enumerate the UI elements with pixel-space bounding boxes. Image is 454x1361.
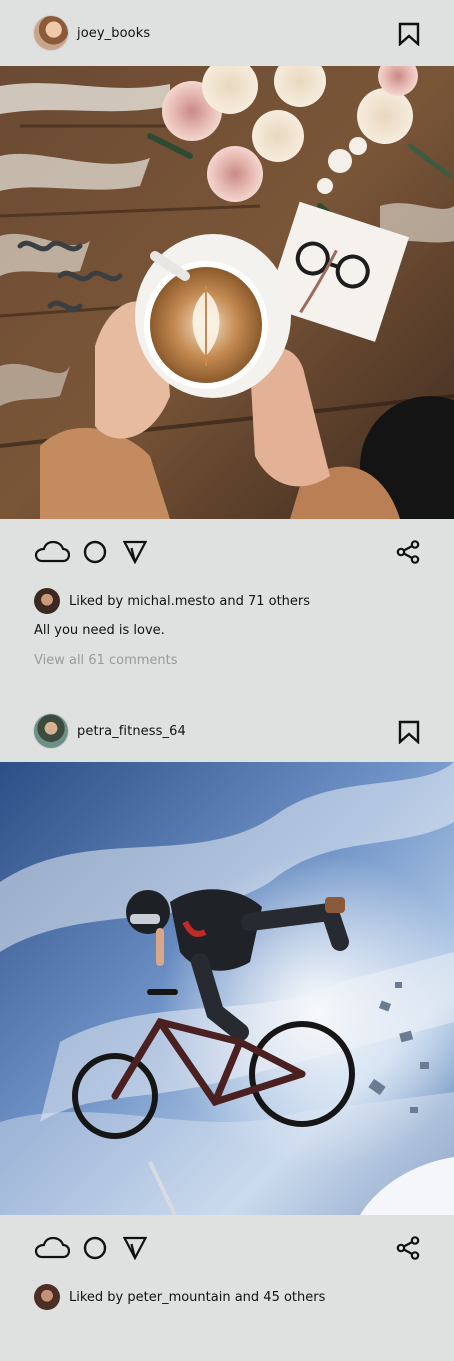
latte-photo [0,66,454,519]
send-icon[interactable] [123,540,147,564]
post-caption: All you need is love. [34,623,165,638]
username[interactable]: joey_books [77,26,150,41]
post-spacer [0,668,454,700]
post-photo[interactable] [0,66,454,519]
cloud-like-icon[interactable] [34,540,70,564]
liker-avatar[interactable] [34,588,60,614]
feed: joey_books Liked by michal.mesto and 71 … [0,0,454,1313]
send-icon[interactable] [123,1236,147,1260]
post-header: joey_books [0,0,454,66]
likes-row: Liked by peter_mountain and 45 others [0,1281,454,1313]
likes-count[interactable]: Liked by michal.mesto and 71 others [69,594,310,609]
avatar[interactable] [34,16,68,50]
bookmark-icon[interactable] [398,720,420,744]
liker-avatar[interactable] [34,1284,60,1310]
post-actions [0,1215,454,1281]
circle-comment-icon[interactable] [83,540,107,564]
post: joey_books Liked by michal.mesto and 71 … [0,0,454,668]
view-comments-link[interactable]: View all 61 comments [34,653,454,668]
post-header: petra_fitness_64 [0,700,454,762]
username[interactable]: petra_fitness_64 [77,724,186,739]
likes-count[interactable]: Liked by peter_mountain and 45 others [69,1290,325,1305]
circle-comment-icon[interactable] [83,1236,107,1260]
cloud-like-icon[interactable] [34,1236,70,1260]
post: petra_fitness_64 Liked by peter_mountain… [0,700,454,1313]
avatar[interactable] [34,714,68,748]
share-icon[interactable] [396,540,420,564]
likes-row: Liked by michal.mesto and 71 others [0,585,454,617]
post-actions [0,519,454,585]
bookmark-icon[interactable] [398,22,420,46]
post-photo[interactable] [0,762,454,1215]
share-icon[interactable] [396,1236,420,1260]
bmx-photo [0,762,454,1215]
